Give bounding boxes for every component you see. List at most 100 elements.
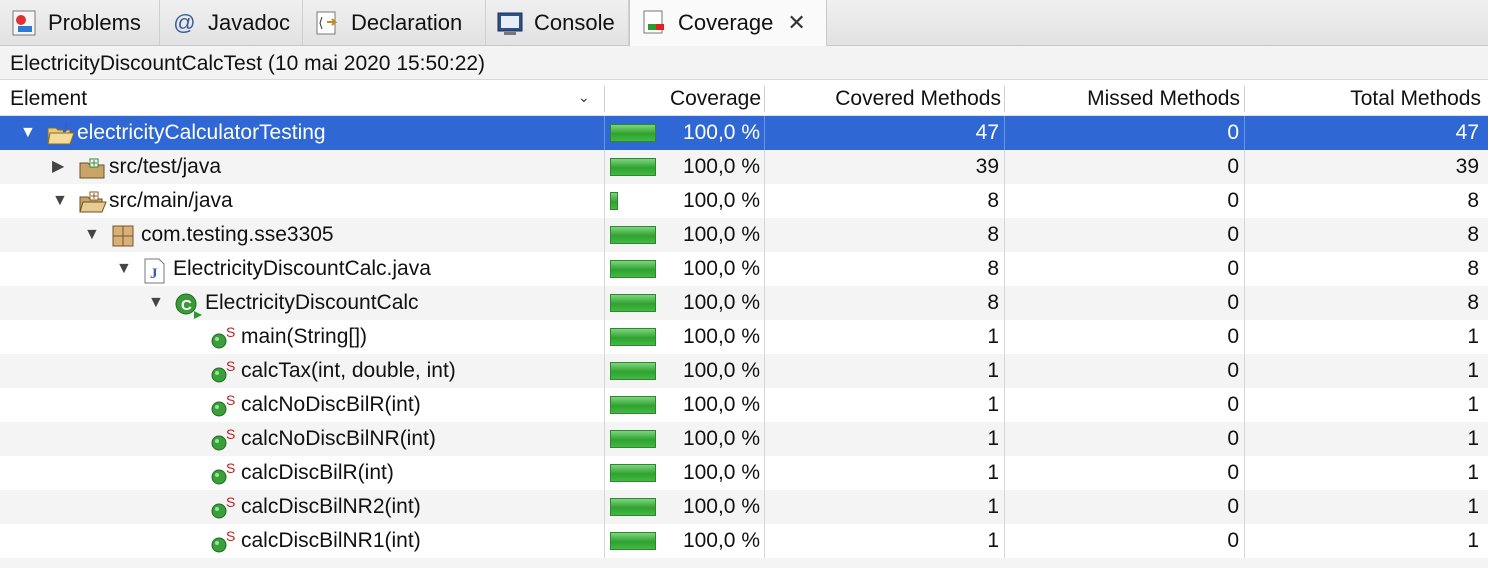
tab-coverage[interactable]: Coverage ✕ — [629, 0, 827, 46]
coverage-percent: 100,0 % — [682, 359, 760, 382]
table-empty-area — [0, 558, 1488, 568]
coverage-bar — [610, 294, 656, 312]
missed-methods-value: 0 — [1227, 155, 1239, 178]
covered-methods-value: 1 — [987, 427, 999, 450]
java-file-icon: J — [142, 257, 168, 284]
missed-methods-value: 0 — [1227, 325, 1239, 348]
coverage-percent: 100,0 % — [682, 257, 760, 280]
missed-methods-value: 0 — [1227, 223, 1239, 246]
svg-text:S: S — [226, 495, 235, 510]
table-row[interactable]: ▼ J ElectricityDiscountCalc.java 100,0 % 8 0 8 — [0, 252, 1488, 286]
svg-text:J: J — [150, 266, 158, 282]
table-row[interactable]: ScalcTax(int, double, int) 100,0 % 1 0 1 — [0, 354, 1488, 388]
element-name: calcNoDiscBilR(int) — [241, 393, 421, 416]
covered-methods-value: 1 — [987, 461, 999, 484]
total-methods-value: 1 — [1467, 393, 1479, 416]
static-method-icon: S — [210, 358, 236, 383]
covered-methods-value: 1 — [987, 495, 999, 518]
project-icon — [46, 121, 75, 145]
static-method-icon: S — [210, 324, 236, 349]
coverage-bar — [610, 464, 656, 482]
table-row[interactable]: ▼ C ElectricityDiscountCalc 100,0 % 8 0 8 — [0, 286, 1488, 320]
at-icon: @ — [172, 9, 196, 35]
collapse-icon[interactable]: ▼ — [52, 184, 68, 218]
coverage-percent: 100,0 % — [682, 189, 760, 212]
coverage-percent: 100,0 % — [682, 223, 760, 246]
svg-text:S: S — [226, 359, 235, 374]
collapse-icon[interactable]: ▼ — [116, 252, 132, 286]
covered-methods-value: 8 — [987, 257, 999, 280]
table-row[interactable]: ScalcNoDiscBilNR(int) 100,0 % 1 0 1 — [0, 422, 1488, 456]
static-method-icon: S — [210, 528, 236, 553]
coverage-bar — [610, 362, 656, 380]
total-methods-value: 1 — [1467, 325, 1479, 348]
table-row[interactable]: ScalcDiscBilNR1(int) 100,0 % 1 0 1 — [0, 524, 1488, 558]
tab-console[interactable]: Console — [486, 0, 629, 45]
problems-icon — [10, 9, 38, 37]
tab-problems[interactable]: Problems — [0, 0, 160, 45]
coverage-bar — [610, 328, 656, 346]
total-methods-value: 47 — [1455, 121, 1479, 144]
svg-text:S: S — [226, 529, 235, 544]
class-icon: C — [174, 291, 202, 319]
total-methods-value: 1 — [1467, 461, 1479, 484]
chevron-down-icon[interactable]: ⌄ — [578, 89, 590, 106]
table-row[interactable]: ▼ electricityCalculatorTesting 100,0 % 47 0 4… — [0, 116, 1488, 150]
expand-icon[interactable]: ▶ — [52, 150, 68, 184]
package-icon — [110, 223, 136, 247]
missed-methods-value: 0 — [1227, 121, 1239, 144]
collapse-icon[interactable]: ▼ — [84, 218, 100, 252]
column-header-total-methods[interactable]: Total Methods — [1246, 80, 1481, 116]
console-icon — [496, 9, 524, 37]
coverage-bar — [610, 124, 656, 142]
column-header-coverage[interactable]: Coverage — [606, 80, 761, 116]
table-row[interactable]: Smain(String[]) 100,0 % 1 0 1 — [0, 320, 1488, 354]
collapse-icon[interactable]: ▼ — [148, 286, 164, 320]
tab-label: Problems — [48, 9, 141, 35]
tab-label: Console — [534, 9, 615, 35]
table-row[interactable]: ScalcDiscBilNR2(int) 100,0 % 1 0 1 — [0, 490, 1488, 524]
total-methods-value: 8 — [1467, 189, 1479, 212]
coverage-bar — [610, 396, 656, 414]
table-row[interactable]: ScalcDiscBilR(int) 100,0 % 1 0 1 — [0, 456, 1488, 490]
svg-text:C: C — [181, 297, 192, 314]
element-name: calcTax(int, double, int) — [241, 359, 456, 382]
element-name: com.testing.sse3305 — [141, 223, 334, 246]
table-row[interactable]: ▶ src/test/java 100,0 % 39 0 39 — [0, 150, 1488, 184]
table-row[interactable]: ScalcNoDiscBilR(int) 100,0 % 1 0 1 — [0, 388, 1488, 422]
missed-methods-value: 0 — [1227, 359, 1239, 382]
element-name: main(String[]) — [241, 325, 368, 348]
column-header-missed-methods[interactable]: Missed Methods — [1006, 80, 1240, 116]
tab-javadoc[interactable]: @ Javadoc — [160, 0, 303, 45]
missed-methods-value: 0 — [1227, 189, 1239, 212]
svg-text:S: S — [226, 461, 235, 476]
coverage-bar — [610, 226, 656, 244]
coverage-percent: 100,0 % — [682, 393, 760, 416]
missed-methods-value: 0 — [1227, 291, 1239, 314]
table-row[interactable]: ▼ com.testing.sse3305 100,0 % 8 0 8 — [0, 218, 1488, 252]
tab-declaration[interactable]: Declaration — [303, 0, 486, 45]
missed-methods-value: 0 — [1227, 461, 1239, 484]
total-methods-value: 1 — [1467, 427, 1479, 450]
collapse-icon[interactable]: ▼ — [20, 116, 36, 150]
total-methods-value: 8 — [1467, 223, 1479, 246]
coverage-percent: 100,0 % — [682, 155, 760, 178]
missed-methods-value: 0 — [1227, 427, 1239, 450]
column-header-covered-methods[interactable]: Covered Methods — [766, 80, 1001, 116]
coverage-percent: 100,0 % — [682, 121, 760, 144]
element-name: src/main/java — [109, 189, 233, 212]
total-methods-value: 1 — [1467, 495, 1479, 518]
missed-methods-value: 0 — [1227, 393, 1239, 416]
missed-methods-value: 0 — [1227, 257, 1239, 280]
total-methods-value: 8 — [1467, 291, 1479, 314]
close-icon[interactable]: ✕ — [787, 10, 805, 36]
column-header-element[interactable]: Element — [10, 80, 570, 116]
static-method-icon: S — [210, 460, 236, 485]
table-row[interactable]: ▼ src/main/java 100,0 % 8 0 8 — [0, 184, 1488, 218]
missed-methods-value: 0 — [1227, 529, 1239, 552]
total-methods-value: 1 — [1467, 359, 1479, 382]
coverage-percent: 100,0 % — [682, 461, 760, 484]
coverage-bar — [610, 430, 656, 448]
covered-methods-value: 1 — [987, 393, 999, 416]
tab-label: Declaration — [351, 9, 463, 35]
